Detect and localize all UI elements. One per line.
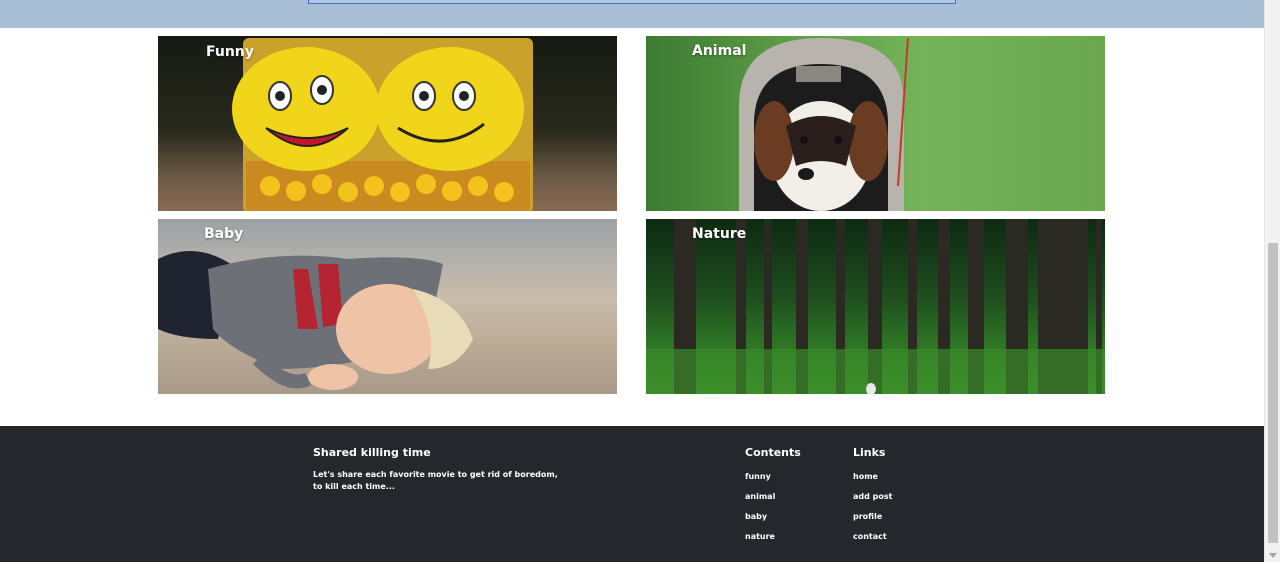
category-label: Animal (692, 43, 747, 59)
footer-link-nature[interactable]: nature (745, 532, 775, 541)
category-card-funny[interactable]: Funny (158, 36, 617, 211)
footer-links-title: Links (853, 446, 886, 459)
category-card-baby[interactable]: Baby (158, 219, 617, 394)
top-search-input-edge[interactable] (308, 0, 956, 4)
animal-image (739, 37, 909, 211)
category-label: Funny (204, 43, 254, 60)
category-card-nature[interactable]: Nature (646, 219, 1105, 394)
category-label: Nature (692, 226, 747, 242)
footer-link-profile[interactable]: profile (853, 512, 882, 521)
scroll-down-arrow-icon[interactable] (1269, 553, 1277, 558)
footer-link-animal[interactable]: animal (745, 492, 775, 501)
site-footer: Shared killing time Let's share each fav… (0, 426, 1264, 562)
page-scrollbar[interactable] (1264, 0, 1280, 562)
category-label: Baby (204, 226, 244, 242)
footer-link-contact[interactable]: contact (853, 532, 887, 541)
footer-link-baby[interactable]: baby (745, 512, 767, 521)
scrollbar-thumb[interactable] (1268, 243, 1278, 543)
footer-link-home[interactable]: home (853, 472, 878, 481)
footer-contents-title: Contents (745, 446, 801, 459)
top-strip (0, 0, 1264, 28)
category-card-animal[interactable]: Animal (646, 36, 1105, 211)
nature-image (646, 219, 1105, 394)
footer-links: Links home add post profile contact (853, 446, 892, 551)
footer-link-add-post[interactable]: add post (853, 492, 892, 501)
footer-about-text: Let's share each favorite movie to get r… (313, 470, 558, 491)
category-label-text: Funny (206, 44, 254, 60)
footer-about: Shared killing time Let's share each fav… (313, 446, 563, 493)
footer-about-title: Shared killing time (313, 446, 431, 459)
baby-image (158, 251, 473, 390)
footer-contents: Contents funny animal baby nature (745, 446, 801, 551)
text-caret (204, 43, 205, 59)
funny-image (232, 38, 533, 211)
footer-link-funny[interactable]: funny (745, 472, 771, 481)
